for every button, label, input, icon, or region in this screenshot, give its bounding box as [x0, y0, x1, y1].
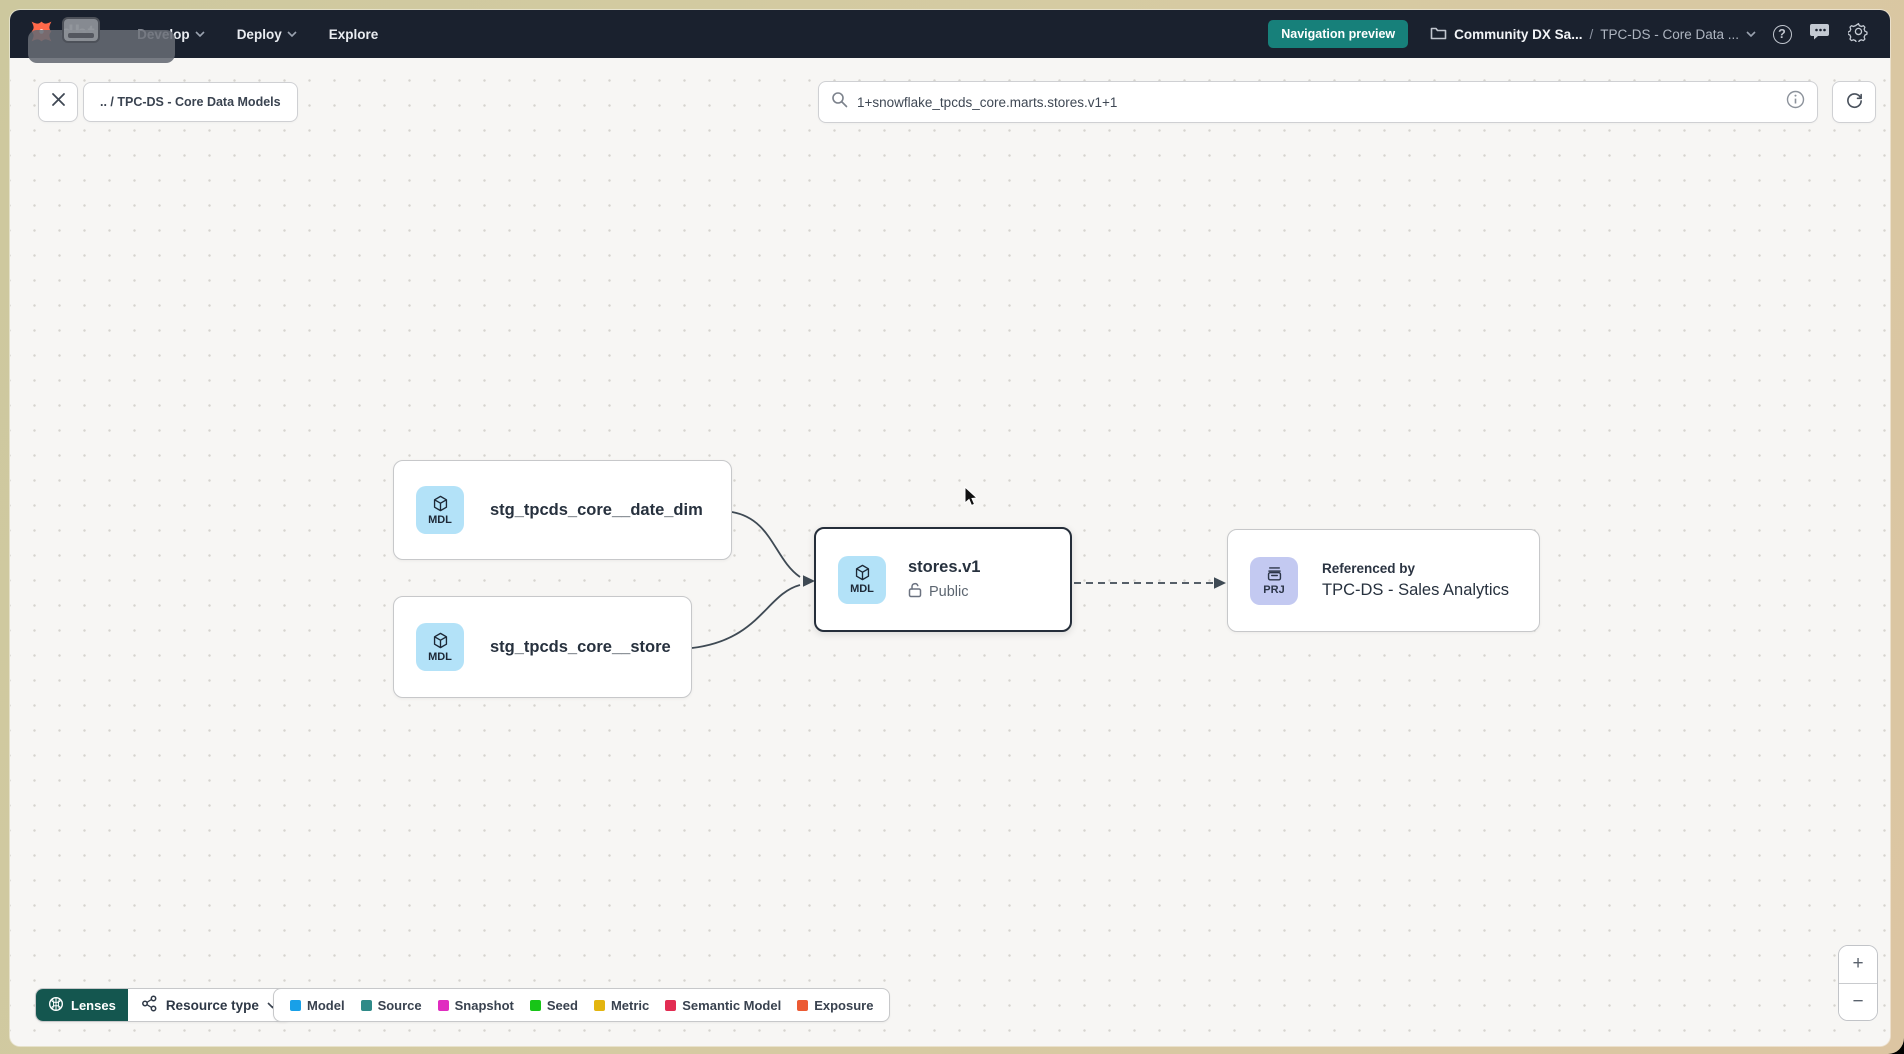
stack-icon — [1265, 564, 1284, 583]
nav-item-deploy[interactable]: Deploy — [225, 21, 309, 48]
chevron-down-icon — [195, 31, 205, 37]
legend-item-snapshot: Snapshot — [438, 998, 514, 1013]
graph-nodes-icon — [141, 995, 158, 1015]
top-navbar: dbt Develop Deploy Explore Navigation pr… — [10, 10, 1890, 58]
help-button[interactable]: ? — [1770, 22, 1794, 46]
lenses-button[interactable]: Lenses — [36, 989, 128, 1021]
canvas-zoom-controls: + − — [1838, 945, 1878, 1021]
zoom-out-button[interactable]: − — [1839, 984, 1877, 1021]
node-stores-v1[interactable]: MDL stores.v1 Public — [814, 527, 1072, 632]
unlock-icon — [908, 582, 922, 602]
project-badge: PRJ — [1250, 557, 1298, 605]
feedback-button[interactable] — [1808, 22, 1832, 46]
settings-button[interactable] — [1846, 22, 1870, 46]
node-referenced-by-sales-analytics[interactable]: PRJ Referenced by TPC-DS - Sales Analyti… — [1227, 529, 1540, 632]
chevron-down-icon[interactable] — [1746, 31, 1756, 37]
node-title: stg_tpcds_core__store — [490, 638, 671, 657]
node-stg-tpcds-core-store[interactable]: MDL stg_tpcds_core__store — [393, 596, 692, 698]
snapshot-color-swatch — [438, 1000, 449, 1011]
node-access-level: Public — [908, 582, 980, 602]
metric-color-swatch — [594, 1000, 605, 1011]
lineage-search-bar — [818, 81, 1818, 123]
legend-item-model: Model — [290, 998, 345, 1013]
zoom-in-button[interactable]: + — [1839, 946, 1877, 984]
nav-item-explore[interactable]: Explore — [317, 21, 391, 48]
node-title: stores.v1 — [908, 558, 980, 577]
help-icon: ? — [1773, 25, 1792, 44]
lens-icon — [48, 996, 64, 1015]
legend-item-exposure: Exposure — [797, 998, 873, 1013]
screen-capture-window-icon — [62, 17, 100, 43]
gear-icon — [1848, 21, 1869, 47]
cube-icon — [853, 563, 872, 582]
breadcrumb-separator: / — [1589, 27, 1593, 42]
resource-type-legend: Model Source Snapshot Seed Metric Semant… — [273, 988, 890, 1022]
resource-type-dropdown[interactable]: Resource type — [128, 989, 291, 1021]
model-color-swatch — [290, 1000, 301, 1011]
breadcrumb-section[interactable]: TPC-DS - Core Data ... — [1600, 27, 1739, 42]
exposure-color-swatch — [797, 1000, 808, 1011]
lineage-canvas[interactable]: .. / TPC-DS - Core Data Models MDL stg_t… — [10, 58, 1890, 1046]
node-stg-tpcds-core-date-dim[interactable]: MDL stg_tpcds_core__date_dim — [393, 460, 732, 560]
chat-bubble-icon — [1810, 22, 1831, 46]
legend-item-metric: Metric — [594, 998, 649, 1013]
search-icon — [831, 91, 848, 113]
breadcrumb: Community DX Sa... / TPC-DS - Core Data … — [1430, 26, 1756, 43]
lenses-control-group: Lenses Resource type — [35, 988, 292, 1022]
model-badge: MDL — [416, 486, 464, 534]
screen-capture-overlay — [28, 30, 175, 63]
info-icon[interactable] — [1786, 90, 1805, 114]
close-icon — [51, 92, 66, 112]
cube-icon — [431, 631, 450, 650]
refresh-lineage-button[interactable] — [1832, 81, 1876, 123]
breadcrumb-project[interactable]: Community DX Sa... — [1430, 26, 1582, 43]
folder-icon — [1430, 26, 1447, 43]
model-badge: MDL — [838, 556, 886, 604]
legend-item-semantic-model: Semantic Model — [665, 998, 781, 1013]
refresh-icon — [1845, 90, 1864, 114]
node-title: TPC-DS - Sales Analytics — [1322, 581, 1509, 600]
navigation-preview-badge[interactable]: Navigation preview — [1268, 20, 1408, 48]
mouse-cursor — [962, 485, 980, 514]
model-badge: MDL — [416, 623, 464, 671]
dbt-app-window: dbt Develop Deploy Explore Navigation pr… — [10, 10, 1890, 1046]
node-overline: Referenced by — [1322, 561, 1509, 576]
legend-item-source: Source — [361, 998, 422, 1013]
cube-icon — [431, 494, 450, 513]
semantic-model-color-swatch — [665, 1000, 676, 1011]
chevron-down-icon — [287, 31, 297, 37]
lineage-selector-input[interactable] — [857, 95, 1777, 110]
lineage-path-chip[interactable]: .. / TPC-DS - Core Data Models — [83, 82, 298, 122]
node-title: stg_tpcds_core__date_dim — [490, 501, 703, 520]
source-color-swatch — [361, 1000, 372, 1011]
legend-item-seed: Seed — [530, 998, 578, 1013]
close-lineage-button[interactable] — [38, 82, 78, 122]
seed-color-swatch — [530, 1000, 541, 1011]
